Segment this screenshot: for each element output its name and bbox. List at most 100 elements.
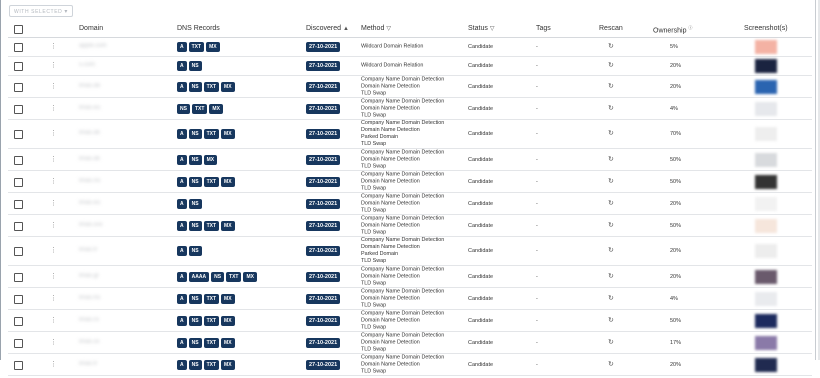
dns-badge: A [177,61,187,71]
method-item: TLD Swap [361,229,387,235]
row-checkbox[interactable] [14,104,23,114]
row-checkbox[interactable] [14,199,23,209]
rescan-icon[interactable]: ↻ [608,178,614,186]
kebab-menu-icon[interactable]: ⋮ [50,361,57,369]
domain-name[interactable]: lmao.eu [79,200,100,206]
dns-badge: NS [188,337,202,348]
rescan-icon[interactable]: ↻ [608,83,614,91]
domain-name[interactable]: lmao.fr [79,361,97,367]
kebab-menu-icon[interactable]: ⋮ [50,83,57,91]
header-method[interactable]: Method ▽ [361,25,391,32]
tags-text: - [536,131,538,137]
info-icon[interactable]: ⓘ [688,25,692,30]
row-checkbox[interactable] [14,82,23,92]
domain-name[interactable]: lmao.no [79,178,100,184]
discovered-date-badge: 27-10-2021 [306,359,341,370]
rescan-icon[interactable]: ↻ [608,130,614,138]
screenshot-thumbnail[interactable] [755,196,777,211]
screenshot-thumbnail[interactable] [755,79,777,94]
screenshot-thumbnail[interactable] [755,127,777,141]
domain-name[interactable]: lmao.ro [79,317,99,323]
domain-name[interactable]: lmao.dk [79,130,100,136]
rescan-icon[interactable]: ↻ [608,247,614,255]
screenshot-thumbnail[interactable] [755,244,777,258]
screenshot-thumbnail[interactable] [755,269,777,284]
domain-name[interactable]: lmao.dk [79,156,100,162]
header-discovered-label: Discovered [306,25,342,32]
kebab-menu-icon[interactable]: ⋮ [50,273,57,281]
kebab-menu-icon[interactable]: ⋮ [50,295,57,303]
kebab-menu-icon[interactable]: ⋮ [50,62,57,70]
rescan-icon[interactable]: ↻ [608,105,614,113]
kebab-menu-icon[interactable]: ⋮ [50,247,57,255]
row-checkbox[interactable] [14,130,23,139]
row-checkbox[interactable] [14,272,23,282]
kebab-menu-icon[interactable]: ⋮ [50,130,57,138]
kebab-menu-icon[interactable]: ⋮ [50,222,57,230]
filter-icon[interactable]: ▽ [386,26,391,32]
row-checkbox[interactable] [14,155,23,165]
rescan-icon[interactable]: ↻ [608,273,614,281]
row-checkbox[interactable] [14,247,23,256]
sort-ascending-icon[interactable]: ▲ [343,26,349,32]
rescan-icon[interactable]: ↻ [608,62,614,70]
domain-name[interactable]: lmao.ho [79,295,100,301]
scrollbar-track[interactable] [815,0,816,360]
row-checkbox[interactable] [14,338,23,348]
screenshot-thumbnail[interactable] [755,174,777,189]
screenshot-thumbnail[interactable] [755,152,777,167]
rescan-icon[interactable]: ↻ [608,200,614,208]
table-row: ⋮ lmao.xxx A NS TXT MX 27-10-2021 Company Name … [8,215,812,237]
domain-name[interactable]: apple.com [79,43,107,49]
screenshot-thumbnail[interactable] [755,335,777,350]
domain-name[interactable]: lmao.de [79,83,100,89]
discovered-date-badge: 27-10-2021 [306,176,341,187]
screenshot-thumbnail[interactable] [755,59,777,73]
dns-records: A NS TXT MX [177,315,237,334]
domain-name[interactable]: lmao.xx [79,339,100,345]
rescan-icon[interactable]: ↻ [608,339,614,347]
kebab-menu-icon[interactable]: ⋮ [50,317,57,325]
with-selected-dropdown[interactable]: WITH SELECTED ▾ [9,5,73,17]
rescan-icon[interactable]: ↻ [608,222,614,230]
method-item: TLD Swap [361,302,387,308]
domain-name[interactable]: lmao.xxx [79,222,103,228]
dns-badge: A [177,198,187,209]
domain-name[interactable]: lmao.eu [79,105,100,111]
rescan-icon[interactable]: ↻ [608,43,614,51]
row-checkbox[interactable] [14,294,23,304]
select-all-checkbox[interactable] [14,25,23,34]
row-checkbox[interactable] [14,43,23,52]
row-checkbox[interactable] [14,221,23,231]
domain-name[interactable]: lmao.fr [79,247,97,253]
filter-icon[interactable]: ▽ [490,26,495,32]
header-status[interactable]: Status ▽ [468,25,494,32]
header-domain[interactable]: Domain [79,25,103,32]
method-item: Company Name Domain Detection [361,120,445,126]
screenshot-thumbnail[interactable] [755,218,777,233]
rescan-icon[interactable]: ↻ [608,361,614,369]
status-text: Candidate [468,105,494,112]
screenshot-thumbnail[interactable] [755,313,777,328]
row-checkbox[interactable] [14,316,23,326]
method-item: Domain Name Detection [361,317,420,323]
screenshot-thumbnail[interactable] [755,101,777,116]
row-checkbox[interactable] [14,177,23,187]
kebab-menu-icon[interactable]: ⋮ [50,43,57,51]
row-checkbox[interactable] [14,360,23,370]
row-checkbox[interactable] [14,62,23,71]
kebab-menu-icon[interactable]: ⋮ [50,339,57,347]
screenshot-thumbnail[interactable] [755,291,777,306]
rescan-icon[interactable]: ↻ [608,156,614,164]
rescan-icon[interactable]: ↻ [608,317,614,325]
screenshot-thumbnail[interactable] [755,40,777,54]
kebab-menu-icon[interactable]: ⋮ [50,105,57,113]
domain-name[interactable]: lmao.gr [79,273,99,279]
domain-name[interactable]: s.com [79,62,95,68]
kebab-menu-icon[interactable]: ⋮ [50,178,57,186]
kebab-menu-icon[interactable]: ⋮ [50,200,57,208]
rescan-icon[interactable]: ↻ [608,295,614,303]
header-discovered[interactable]: Discovered ▲ [306,25,349,32]
kebab-menu-icon[interactable]: ⋮ [50,156,57,164]
tags-text: - [536,273,538,280]
